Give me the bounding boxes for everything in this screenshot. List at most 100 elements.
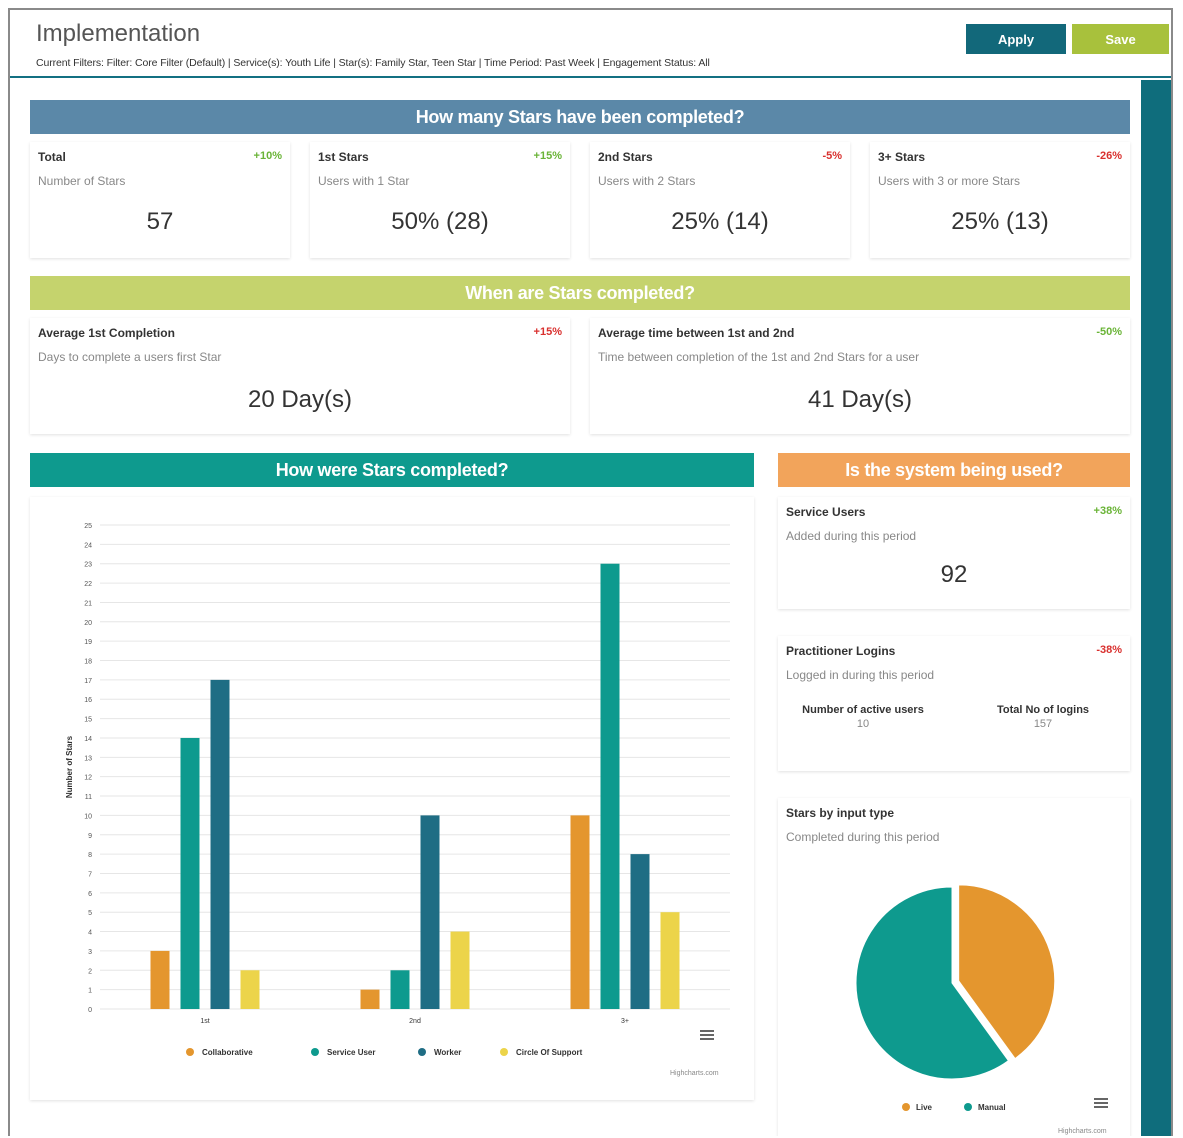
card-subtitle: Added during this period [786,529,917,543]
bar-service-user [600,563,620,1009]
stat-card-service-users: Service Users +38% Added during this per… [778,497,1130,609]
change-badge: +38% [1093,505,1122,517]
stat-card-avg-first-completion: Average 1st Completion +15% Days to comp… [30,318,570,434]
section-header-system-used: Is the system being used? [778,453,1130,487]
bar-service-user [180,737,200,1009]
right-sidebar [1141,80,1171,1136]
chart-menu-icon[interactable] [700,1030,714,1041]
y-tick-label: 4 [88,930,92,937]
y-tick-label: 22 [84,581,92,588]
legend-label: Worker [434,1048,461,1057]
stat-card-3plus-stars: 3+ Stars -26% Users with 3 or more Stars… [870,142,1130,258]
bar-collaborative [150,950,170,1009]
legend-label: Collaborative [202,1048,253,1057]
legend-marker [311,1048,319,1056]
apply-button[interactable]: Apply [966,24,1066,54]
page-title: Implementation [36,20,201,47]
card-subtitle: Logged in during this period [786,668,935,682]
legend-marker [186,1048,194,1056]
card-title: 3+ Stars [878,150,926,164]
card-title: Total [38,150,66,164]
card-subtitle: Users with 2 Stars [598,174,696,188]
dashboard-content: How many Stars have been completed? Tota… [20,80,1140,1136]
y-tick-label: 1 [88,988,92,995]
card-value: 25% (13) [951,208,1049,235]
total-logins-value: 157 [1033,718,1053,730]
active-users-value: 10 [856,718,870,730]
y-tick-label: 23 [84,562,92,569]
card-title: Service Users [786,505,866,519]
y-tick-label: 24 [84,542,92,549]
y-tick-label: 8 [88,852,92,859]
card-value: 41 Day(s) [807,386,913,413]
stat-card-avg-time-between: Average time between 1st and 2nd -50% Ti… [590,318,1130,434]
header-bar: Implementation Current Filters: Filter: … [10,10,1171,78]
change-badge: +15% [533,326,562,338]
card-value: 25% (14) [671,208,769,235]
card-value: 92 [940,561,968,588]
total-logins-stat: Total No of logins 157 [968,704,1118,730]
change-badge: +10% [253,150,282,162]
card-title: 1st Stars [318,150,369,164]
y-tick-label: 19 [84,639,92,646]
change-badge: +15% [533,150,562,162]
bar-circle-of-support [450,931,470,1009]
change-badge: -5% [822,150,842,162]
y-tick-label: 21 [84,600,92,607]
y-tick-label: 7 [88,871,92,878]
change-badge: -26% [1096,150,1122,162]
card-value: 57 [146,208,174,235]
pie-menu-icon[interactable] [1094,1098,1108,1109]
legend-marker [902,1103,910,1111]
section-header-when-completed: When are Stars completed? [30,276,1130,310]
y-tick-label: 25 [84,523,92,530]
y-tick-label: 9 [88,833,92,840]
stat-card-2nd-stars: 2nd Stars -5% Users with 2 Stars 25% (14… [590,142,850,258]
active-users-label: Number of active users [802,704,924,716]
y-tick-label: 10 [84,813,92,820]
bar-worker [420,815,440,1009]
y-tick-label: 14 [84,736,92,743]
current-filters: Current Filters: Filter: Core Filter (De… [36,57,710,69]
x-tick-label: 3+ [621,1018,629,1025]
x-tick-label: 2nd [409,1018,421,1025]
bar-service-user [390,970,410,1009]
app-frame: Implementation Current Filters: Filter: … [8,8,1173,1136]
card-value: 20 Day(s) [247,386,353,413]
y-tick-label: 6 [88,891,92,898]
section-header-stars-completed: How many Stars have been completed? [30,100,1130,134]
total-logins-label: Total No of logins [996,704,1090,716]
y-tick-label: 0 [88,1007,92,1014]
pie-credit: Highcharts.com [1058,1128,1107,1135]
card-title: Practitioner Logins [786,644,896,658]
y-tick-label: 5 [88,910,92,917]
card-title: 2nd Stars [598,150,653,164]
save-button[interactable]: Save [1072,24,1169,54]
change-badge: -38% [1096,644,1122,656]
card-subtitle: Users with 3 or more Stars [878,174,1021,188]
bar-circle-of-support [240,970,260,1009]
stat-card-total: Total +10% Number of Stars 57 [30,142,290,258]
stars-by-input-type-card: Stars by input type Completed during thi… [778,798,1130,1136]
card-title: Average time between 1st and 2nd [598,326,795,340]
y-tick-label: 20 [84,620,92,627]
y-tick-label: 15 [84,717,92,724]
y-tick-label: 18 [84,659,92,666]
chart-credit: Highcharts.com [670,1070,719,1077]
legend-marker [964,1103,972,1111]
legend-marker [500,1048,508,1056]
bar-circle-of-support [660,912,680,1009]
y-tick-label: 13 [84,755,92,762]
bar-chart: 0123456789101112131415161718192021222324… [65,523,730,1057]
card-subtitle: Days to complete a users first Star [38,350,222,364]
card-subtitle: Users with 1 Star [318,174,410,188]
active-users-stat: Number of active users 10 [798,704,928,730]
card-subtitle: Time between completion of the 1st and 2… [598,350,920,364]
y-tick-label: 3 [88,949,92,956]
y-tick-label: 2 [88,968,92,975]
y-tick-label: 11 [85,794,92,801]
legend-label: Live [916,1103,933,1112]
legend-label: Manual [978,1103,1006,1112]
stat-card-practitioner-logins: Practitioner Logins -38% Logged in durin… [778,636,1130,771]
y-tick-label: 12 [84,775,92,782]
